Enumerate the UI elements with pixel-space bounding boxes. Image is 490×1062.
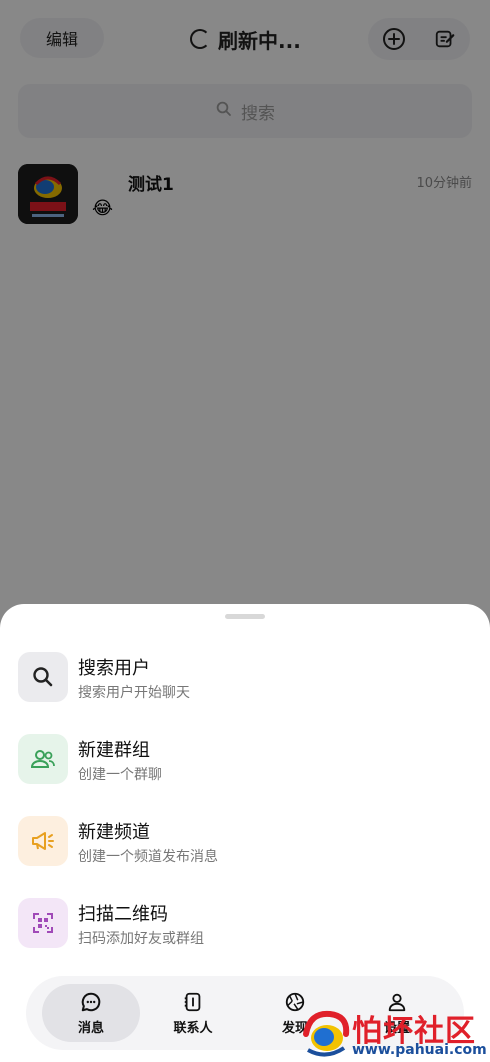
search-icon [18,652,68,702]
sheet-item-new-group[interactable]: 新建群组 创建一个群聊 [18,734,472,788]
megaphone-icon [18,816,68,866]
sheet-item-new-channel[interactable]: 新建频道 创建一个频道发布消息 [18,816,472,870]
contacts-book-icon [184,992,201,1011]
sheet-item-subtitle: 创建一个频道发布消息 [78,849,218,865]
tab-label: 联系人 [173,1020,213,1036]
qr-code-icon [18,898,68,948]
watermark-logo-icon [303,1010,350,1057]
sheet-item-title: 新建群组 [78,740,150,761]
sheet-item-scan-qr[interactable]: 扫描二维码 扫码添加好友或群组 [18,898,472,952]
sheet-item-subtitle: 搜索用户开始聊天 [78,685,190,701]
sheet-item-title: 扫描二维码 [78,904,168,925]
chat-icon [81,992,101,1011]
tab-messages[interactable]: 消息 [42,984,140,1042]
tab-contacts[interactable]: 联系人 [144,984,242,1042]
sheet-item-subtitle: 扫码添加好友或群组 [78,931,204,947]
sheet-drag-handle[interactable] [225,614,265,619]
sheet-item-title: 新建频道 [78,822,150,843]
sheet-item-subtitle: 创建一个群聊 [78,767,162,783]
watermark-url: www.pahuai.com [352,1042,487,1058]
group-icon [18,734,68,784]
watermark: 怕坏社区 www.pahuai.com [300,1004,490,1062]
sheet-item-title: 搜索用户 [78,658,150,679]
tab-label: 消息 [77,1020,104,1036]
sheet-item-search-user[interactable]: 搜索用户 搜索用户开始聊天 [18,652,472,706]
